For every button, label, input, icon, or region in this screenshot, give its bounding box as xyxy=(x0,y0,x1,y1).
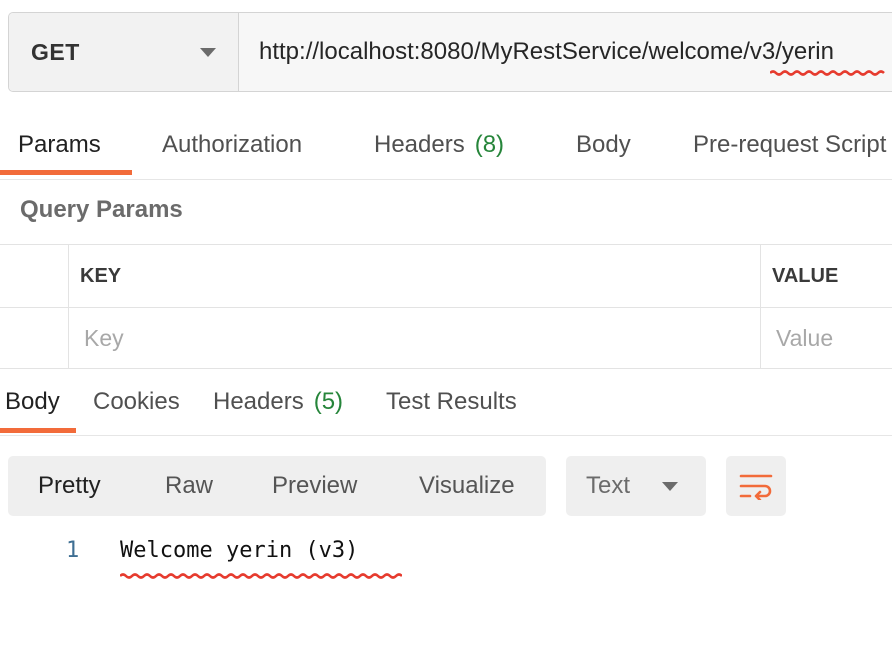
format-visualize[interactable]: Visualize xyxy=(419,456,515,516)
url-text: http://localhost:8080/MyRestService/welc… xyxy=(259,38,834,65)
wrap-lines-icon xyxy=(739,474,773,500)
url-input[interactable]: http://localhost:8080/MyRestService/welc… xyxy=(239,13,892,91)
tab-label: Cookies xyxy=(93,388,180,415)
chevron-down-icon xyxy=(662,481,678,491)
tab-label: Authorization xyxy=(162,131,303,158)
tab-params[interactable]: Params xyxy=(18,112,101,178)
column-divider xyxy=(68,245,69,307)
column-divider xyxy=(760,245,761,307)
tab-headers[interactable]: Headers (8) xyxy=(374,112,504,178)
value-input[interactable]: Value xyxy=(776,308,833,368)
tab-body[interactable]: Body xyxy=(576,112,631,178)
method-select[interactable]: GET xyxy=(9,13,239,91)
tab-authorization[interactable]: Authorization xyxy=(162,112,302,178)
column-header-key: KEY xyxy=(80,264,122,287)
tab-pre-request-script[interactable]: Pre-request Script xyxy=(693,112,886,178)
headers-count-badge: (5) xyxy=(313,388,344,415)
chevron-down-icon xyxy=(200,47,216,57)
key-input[interactable]: Key xyxy=(84,308,124,368)
query-params-title: Query Params xyxy=(20,196,183,223)
response-body-editor[interactable]: 1 Welcome yerin (v3) xyxy=(0,538,892,579)
table-header-row: KEY VALUE xyxy=(0,244,892,307)
column-header-value: VALUE xyxy=(772,264,839,287)
url-bar: GET http://localhost:8080/MyRestService/… xyxy=(8,12,892,92)
format-preview[interactable]: Preview xyxy=(272,456,357,516)
headers-count-badge: (8) xyxy=(474,131,505,158)
format-toggle-group: Pretty Raw Preview Visualize xyxy=(8,456,546,516)
line-number: 1 xyxy=(66,538,80,563)
tab-label: Headers xyxy=(213,388,304,415)
column-divider xyxy=(760,308,761,368)
tab-label: Params xyxy=(18,131,101,158)
tab-test-results[interactable]: Test Results xyxy=(386,370,517,434)
response-type-label: Text xyxy=(586,472,631,499)
tab-label: Body xyxy=(576,131,631,158)
tab-label: Pre-request Script xyxy=(693,131,887,158)
response-line: Welcome yerin (v3) xyxy=(120,538,359,563)
response-type-select[interactable]: Text xyxy=(566,456,706,516)
tab-response-body[interactable]: Body xyxy=(5,370,60,434)
wrap-lines-button[interactable] xyxy=(726,456,786,516)
tab-label: Body xyxy=(5,388,60,415)
tab-label: Test Results xyxy=(386,388,517,415)
request-tabs: Params Authorization Headers (8) Body Pr… xyxy=(0,112,892,180)
tab-cookies[interactable]: Cookies xyxy=(93,370,180,434)
red-underline-annotation xyxy=(120,573,402,579)
active-tab-indicator xyxy=(0,170,132,175)
format-pretty[interactable]: Pretty xyxy=(38,456,101,516)
tab-response-headers[interactable]: Headers (5) xyxy=(213,370,343,434)
red-underline-annotation xyxy=(770,70,885,76)
format-raw[interactable]: Raw xyxy=(165,456,213,516)
tab-label: Headers xyxy=(374,131,465,158)
table-row: Key Value xyxy=(0,307,892,369)
active-tab-indicator xyxy=(0,428,76,433)
column-divider xyxy=(68,308,69,368)
method-label: GET xyxy=(31,38,80,65)
response-tabs: Body Cookies Headers (5) Test Results xyxy=(0,370,892,436)
